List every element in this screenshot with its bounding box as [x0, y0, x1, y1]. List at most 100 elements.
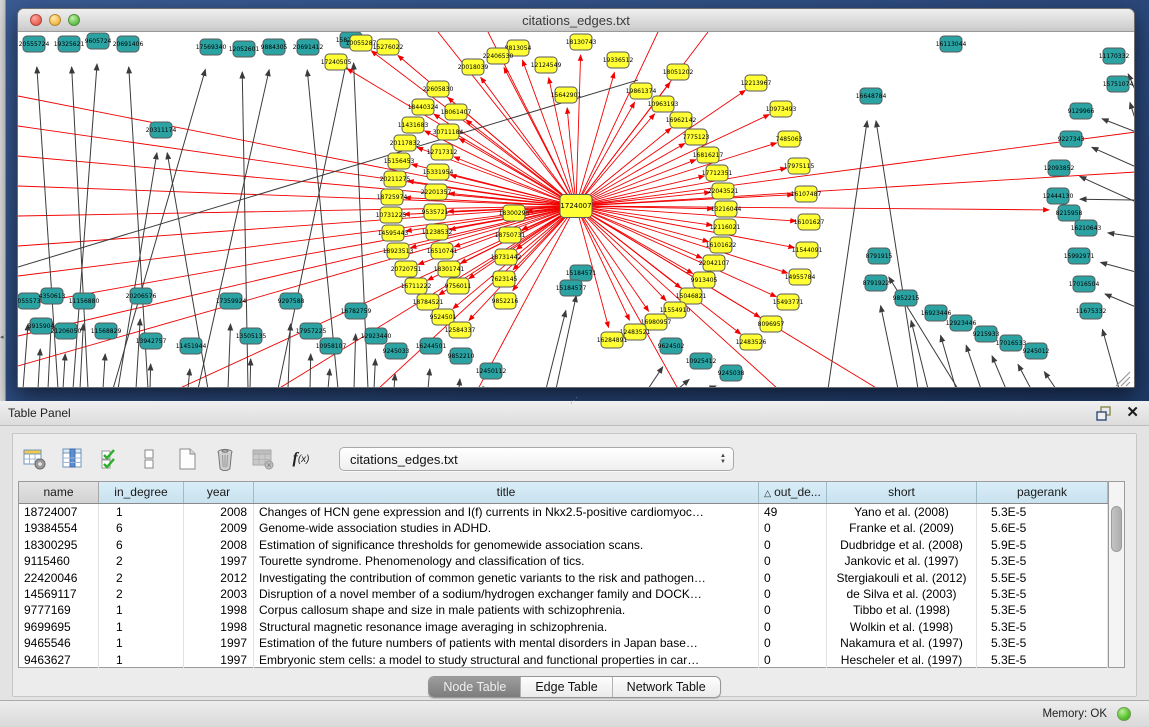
table-cell[interactable]: 2008	[184, 504, 254, 520]
network-node[interactable]: 22406530	[483, 48, 514, 64]
table-row[interactable]: 911546021997Tourette syndrome. Phenomeno…	[19, 553, 1108, 569]
network-node[interactable]: 11156880	[69, 293, 100, 309]
network-canvas[interactable]: 2055572419325621960572420691406175693401…	[18, 32, 1134, 388]
network-view-window[interactable]: citations_edges.txt 20555724193256219605…	[17, 8, 1135, 388]
table-cell[interactable]: 0	[759, 537, 827, 553]
table-row[interactable]: 1830029562008Estimation of significance …	[19, 537, 1108, 553]
network-node[interactable]: 9535721	[422, 204, 449, 220]
table-cell[interactable]: 5.3E-5	[977, 553, 1108, 569]
table-cell[interactable]: 0	[759, 520, 827, 536]
network-node[interactable]: 10973493	[766, 101, 797, 117]
network-node[interactable]: 12450112	[476, 363, 507, 379]
table-cell[interactable]: 9463627	[19, 652, 99, 668]
table-cell[interactable]: 6	[99, 537, 184, 553]
table-cell[interactable]: 1997	[184, 635, 254, 651]
black-edge[interactable]	[881, 306, 898, 388]
table-cell[interactable]: 5.3E-5	[977, 635, 1108, 651]
table-cell[interactable]: 9777169	[19, 602, 99, 618]
table-cell[interactable]: 2	[99, 553, 184, 569]
table-cell[interactable]: Stergiakouli et al. (2012)	[827, 570, 977, 586]
splitter-grip-icon[interactable]: ⋰	[570, 396, 578, 405]
scrollbar-thumb[interactable]	[1111, 506, 1122, 552]
table-cell[interactable]: 1	[99, 504, 184, 520]
network-node[interactable]: 17016504	[1069, 276, 1100, 292]
column-header-out_de[interactable]: △out_de...	[759, 482, 827, 503]
network-node[interactable]: 20691406	[113, 36, 144, 52]
table-cell[interactable]: 19384554	[19, 520, 99, 536]
network-window-titlebar[interactable]: citations_edges.txt	[18, 9, 1134, 32]
tab-network-table[interactable]: Network Table	[613, 677, 720, 697]
red-edge[interactable]	[576, 206, 702, 258]
black-edge[interactable]	[1101, 262, 1134, 272]
table-cell[interactable]: Estimation of significance thresholds fo…	[254, 537, 759, 553]
black-edge[interactable]	[708, 386, 716, 388]
table-row[interactable]: 977716911998Corpus callosum shape and si…	[19, 602, 1108, 618]
node-attribute-table[interactable]: namein_degreeyeartitle△out_de...shortpag…	[18, 481, 1109, 668]
network-node[interactable]: 9852215	[893, 290, 920, 306]
table-cell[interactable]: 6	[99, 520, 184, 536]
red-edge[interactable]	[576, 128, 671, 206]
clear-selection-icon[interactable]	[135, 445, 163, 473]
network-node[interactable]: 12584337	[445, 322, 476, 338]
network-node[interactable]: 20555724	[19, 36, 50, 52]
network-node[interactable]: 16711222	[401, 278, 432, 294]
table-cell[interactable]: Tourette syndrome. Phenomenology and cla…	[254, 553, 759, 569]
red-edge[interactable]	[478, 206, 576, 388]
black-edge[interactable]	[1018, 364, 1031, 388]
network-node[interactable]: 17359924	[216, 293, 247, 309]
network-node[interactable]: 16782759	[341, 303, 372, 319]
network-node[interactable]: 11238532	[422, 224, 453, 240]
network-node[interactable]: 10925412	[686, 353, 717, 369]
black-edge[interactable]	[911, 321, 928, 388]
black-edge[interactable]	[1102, 330, 1119, 388]
black-edge[interactable]	[37, 67, 58, 388]
column-header-pagerank[interactable]: pagerank	[977, 482, 1108, 503]
column-header-title[interactable]: title	[254, 482, 759, 503]
table-cell[interactable]: 2008	[184, 537, 254, 553]
black-edge[interactable]	[1092, 147, 1134, 167]
network-node[interactable]: 17569340	[196, 39, 227, 55]
tab-node-table[interactable]: Node Table	[429, 677, 521, 697]
network-node[interactable]: 20691412	[293, 39, 324, 55]
black-edge[interactable]	[828, 121, 867, 388]
table-cell[interactable]: 5.3E-5	[977, 504, 1108, 520]
red-edge[interactable]	[18, 186, 576, 206]
table-cell[interactable]: Disruption of a novel member of a sodium…	[254, 586, 759, 602]
tab-edge-table[interactable]: Edge Table	[521, 677, 612, 697]
network-node[interactable]: 8096957	[758, 316, 785, 332]
table-cell[interactable]: 0	[759, 635, 827, 651]
table-cell[interactable]: 2	[99, 570, 184, 586]
network-node[interactable]: 9884305	[261, 39, 288, 55]
function-builder-icon[interactable]: f(x)	[287, 445, 315, 473]
network-node[interactable]: 14955784	[785, 269, 816, 285]
network-node[interactable]: 18725974	[377, 189, 408, 205]
network-node[interactable]: 15331954	[423, 164, 454, 180]
network-node[interactable]: 9624502	[658, 338, 685, 354]
network-node[interactable]: 12717312	[427, 144, 458, 160]
black-edge[interactable]	[1130, 102, 1134, 122]
network-node[interactable]: 12444130	[1043, 188, 1074, 204]
network-node[interactable]: 9913405	[691, 272, 718, 288]
black-edge[interactable]	[941, 335, 956, 388]
select-all-icon[interactable]	[97, 445, 125, 473]
black-edge[interactable]	[72, 67, 88, 388]
network-node[interactable]: 18923513	[383, 243, 414, 259]
table-row[interactable]: 969969511998Structural magnetic resonanc…	[19, 619, 1108, 635]
black-edge[interactable]	[1102, 119, 1134, 132]
table-cell[interactable]: Changes of HCN gene expression and I(f) …	[254, 504, 759, 520]
network-node[interactable]: 18300295	[499, 205, 530, 221]
table-cell[interactable]: 5.9E-5	[977, 537, 1108, 553]
table-cell[interactable]: 1998	[184, 619, 254, 635]
table-cell[interactable]: 5.3E-5	[977, 602, 1108, 618]
black-edge[interactable]	[228, 324, 231, 388]
network-node[interactable]: 13505135	[236, 328, 267, 344]
network-node[interactable]: 15184571	[566, 265, 597, 281]
table-cell[interactable]: Dudbridge et al. (2008)	[827, 537, 977, 553]
table-cell[interactable]: 9465546	[19, 635, 99, 651]
table-cell[interactable]: 2003	[184, 586, 254, 602]
network-node[interactable]: 20018039	[458, 59, 489, 75]
black-edge[interactable]	[546, 311, 566, 388]
network-node[interactable]: 16648784	[856, 88, 887, 104]
network-node[interactable]: 8215958	[1056, 205, 1083, 221]
network-node[interactable]: 12124549	[531, 57, 562, 73]
